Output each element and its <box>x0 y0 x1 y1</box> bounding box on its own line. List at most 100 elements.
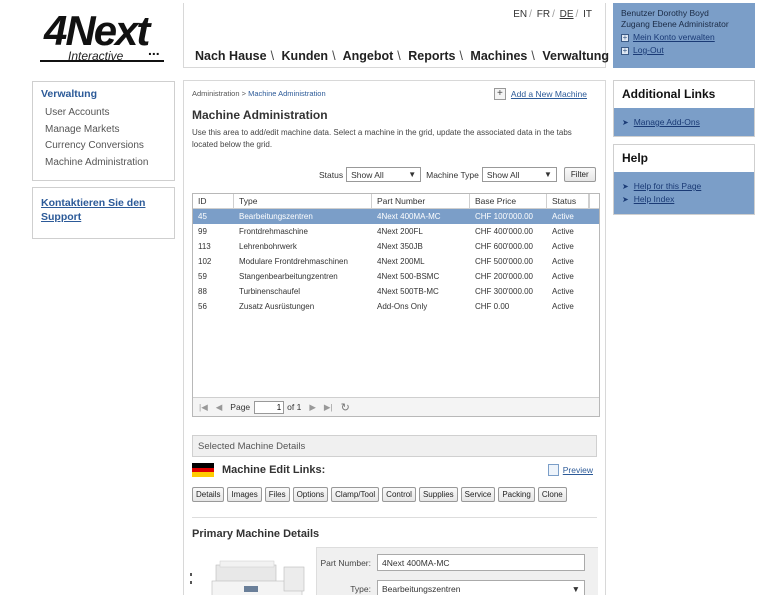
grid-body: 45 Bearbeitungszentren 4Next 400MA-MC CHF 1… <box>193 209 599 314</box>
preview: Preview <box>547 464 593 476</box>
cell-base-price: CHF 400'000.00 <box>475 227 534 236</box>
grid-header: ID Type Part Number Base Price Status <box>193 194 599 209</box>
table-row[interactable]: 59 Stangenbearbeitungzentren 4Next 500-BSM… <box>193 269 599 284</box>
plus-icon[interactable]: + <box>493 88 506 100</box>
refresh-icon[interactable]: ↻ <box>341 401 350 414</box>
table-row[interactable]: 56 Zusatz Ausrüstungen Add-Ons Only CHF 0.0… <box>193 299 599 314</box>
files-button[interactable]: Files <box>264 487 290 502</box>
cell-part-number: 4Next 400MA-MC <box>377 212 441 221</box>
column-header-id[interactable]: ID <box>193 194 234 208</box>
type-select[interactable]: Bearbeitungszentren ▼ <box>377 580 585 595</box>
nav-machines[interactable]: Machines <box>470 49 527 63</box>
table-row[interactable]: 99 Frontdrehmaschine 4Next 200FL CHF 400'00… <box>193 224 599 239</box>
caret-down-icon: ▼ <box>571 584 580 594</box>
sidebar-item-currency-conversions[interactable]: Currency Conversions <box>41 138 166 155</box>
manage-account-link[interactable]: Mein Konto verwalten <box>633 32 715 43</box>
cell-part-number: 4Next 500-BSMC <box>377 272 440 281</box>
primary-details-form: Part Number: 4Next 400MA-MC Type: Bearbe… <box>316 547 598 595</box>
cell-base-price: CHF 600'000.00 <box>475 242 534 251</box>
support-link[interactable]: Kontaktieren Sie den Support <box>41 197 145 223</box>
manage-addons-link[interactable]: Manage Add-Ons <box>634 116 700 129</box>
logout-link[interactable]: Log-Out <box>633 45 664 56</box>
cell-base-price: CHF 0.00 <box>475 302 510 311</box>
details-button[interactable]: Details <box>192 487 225 502</box>
document-icon[interactable] <box>547 464 559 476</box>
page-title: Machine Administration <box>192 108 328 122</box>
user-level: Zugang Ebene Administrator <box>621 19 729 29</box>
column-header-part-number[interactable]: Part Number <box>372 194 470 208</box>
edit-links-title: Machine Edit Links: <box>222 464 326 476</box>
sidebar-item-manage-markets[interactable]: Manage Markets <box>41 122 166 139</box>
help-index-link[interactable]: Help Index <box>634 193 675 206</box>
grid-pager: |◀ ◀ Page of 1 ▶ ▶| ↻ <box>193 397 599 416</box>
logo: 4Next ... Interactive <box>40 8 168 66</box>
column-header-base-price[interactable]: Base Price <box>470 194 547 208</box>
packing-button[interactable]: Packing <box>498 487 535 502</box>
part-number-input[interactable]: 4Next 400MA-MC <box>377 554 585 571</box>
add-machine-link[interactable]: Add a New Machine <box>511 89 587 99</box>
column-header-status[interactable]: Status <box>547 194 589 208</box>
page-description: Use this area to add/edit machine data. … <box>192 128 572 149</box>
service-button[interactable]: Service <box>460 487 496 502</box>
selected-details-header: Selected Machine Details <box>192 435 597 457</box>
lang-de[interactable]: DE <box>560 9 574 20</box>
images-button[interactable]: Images <box>227 487 262 502</box>
help-page-link[interactable]: Help for this Page <box>634 180 702 193</box>
column-header-type[interactable]: Type <box>234 194 372 208</box>
cell-id: 113 <box>198 242 211 251</box>
help-panel: Help ➤ Help for this Page ➤ Help Index <box>613 144 755 215</box>
supplies-button[interactable]: Supplies <box>418 487 458 502</box>
sidebar-item-machine-administration[interactable]: Machine Administration <box>41 155 166 172</box>
cell-part-number: Add-Ons Only <box>377 302 428 311</box>
preview-link[interactable]: Preview <box>563 465 593 475</box>
user-name: Benutzer Dorothy Boyd <box>621 8 709 18</box>
plus-icon: + <box>621 45 629 55</box>
last-page-icon[interactable]: ▶| <box>324 402 333 413</box>
cell-base-price: CHF 100'000.00 <box>475 212 534 221</box>
grid-scrollbar[interactable] <box>589 194 599 209</box>
cell-id: 88 <box>198 287 207 296</box>
table-row[interactable]: 45 Bearbeitungszentren 4Next 400MA-MC CHF 1… <box>193 209 599 224</box>
cell-status: Active <box>552 272 574 281</box>
lang-en[interactable]: EN <box>513 9 527 20</box>
cell-status: Active <box>552 287 574 296</box>
table-row[interactable]: 113 Lehrenbohrwerk 4Next 350JB CHF 600'000.… <box>193 239 599 254</box>
nav-admin[interactable]: Verwaltung <box>542 49 609 63</box>
table-row[interactable]: 102 Modulare Frontdrehmaschinen 4Next 200M… <box>193 254 599 269</box>
nav-home[interactable]: Nach Hause <box>195 49 267 63</box>
options-button[interactable]: Options <box>292 487 329 502</box>
page-input[interactable] <box>254 400 285 414</box>
main-nav: Nach Hause \ Kunden \ Angebot \ Reports \ Ma… <box>195 49 610 63</box>
divider <box>192 517 597 518</box>
logo-subtitle: Interactive <box>68 49 124 63</box>
cell-part-number: 4Next 350JB <box>377 242 423 251</box>
lang-it[interactable]: IT <box>583 9 592 20</box>
breadcrumb-root[interactable]: Administration <box>192 89 240 98</box>
nav-quotes[interactable]: Angebot <box>343 49 394 63</box>
lang-fr[interactable]: FR <box>537 9 550 20</box>
status-select[interactable]: Show All ▼ <box>346 167 422 182</box>
cell-id: 102 <box>198 257 212 266</box>
table-row[interactable]: 88 Turbinenschaufel 4Next 500TB-MC CHF 300'… <box>193 284 599 299</box>
filter-bar: Status Show All ▼ Machine Type Show All ▼ … <box>319 167 596 182</box>
next-page-icon[interactable]: ▶ <box>309 402 316 413</box>
cell-base-price: CHF 200'000.00 <box>475 272 534 281</box>
breadcrumb-current: Machine Administration <box>248 89 326 98</box>
additional-links-title: Additional Links <box>614 81 754 108</box>
nav-reports[interactable]: Reports <box>408 49 455 63</box>
first-page-icon[interactable]: |◀ <box>199 402 208 413</box>
arrow-right-icon: ➤ <box>622 182 629 191</box>
type-label: Type: <box>350 583 371 594</box>
add-machine: + Add a New Machine <box>493 88 587 100</box>
clamp-tool-button[interactable]: Clamp/Tool <box>331 487 380 502</box>
edit-buttons: Details Images Files Options Clamp/Tool … <box>192 487 570 502</box>
status-filter-label: Status <box>319 169 344 180</box>
machine-type-select[interactable]: Show All ▼ <box>481 167 557 182</box>
filter-button[interactable]: Filter <box>563 167 596 182</box>
nav-customers[interactable]: Kunden <box>282 49 329 63</box>
clone-button[interactable]: Clone <box>537 487 567 502</box>
user-info-panel: Benutzer Dorothy Boyd Zugang Ebene Admin… <box>613 3 755 68</box>
control-button[interactable]: Control <box>382 487 416 502</box>
sidebar-item-user-accounts[interactable]: User Accounts <box>41 105 166 122</box>
prev-page-icon[interactable]: ◀ <box>216 402 223 413</box>
